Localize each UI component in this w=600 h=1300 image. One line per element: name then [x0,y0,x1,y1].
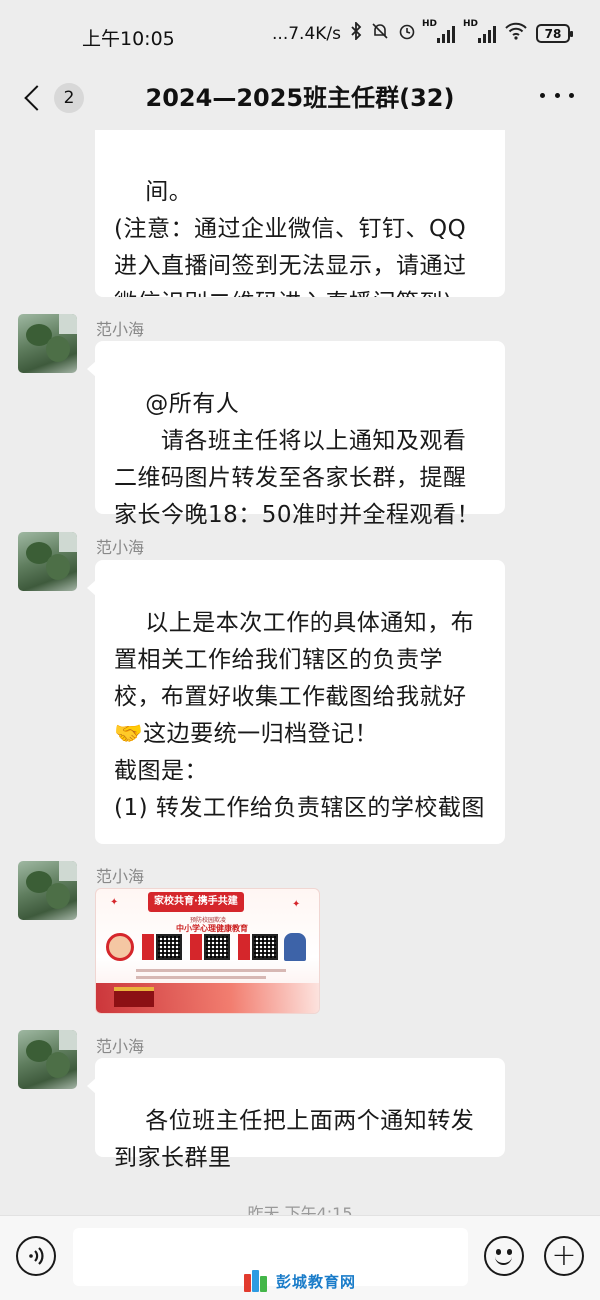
bird-icon: ✦ [110,897,119,908]
message-bubble[interactable]: 各位班主任把上面两个通知转发到家长群里 [87,1058,505,1171]
image-message[interactable]: ✦ ✦ 家校共育·携手共建 预防校园欺凌 中小学心理健康教育 [95,888,320,1014]
message-bubble[interactable]: @所有人 请各班主任将以上通知及观看二维码图片转发至各家长群，提醒家长今晚18：… [87,341,505,528]
dot-icon [554,92,560,98]
avatar[interactable] [18,532,77,591]
sender-name: 范小海 [96,538,145,557]
voice-icon [29,1247,44,1265]
qr-code-image [252,934,278,960]
message-text: 以上是本次工作的具体通知，布置相关工作给我们辖区的负责学校，布置好收集工作截图给… [114,610,485,821]
dot-icon [569,92,574,98]
book-logo-icon [244,1270,270,1292]
wifi-icon [505,22,527,45]
plus-button[interactable]: + [544,1236,584,1276]
avatar[interactable] [18,314,77,373]
message-bubble[interactable]: 以上是本次工作的具体通知，布置相关工作给我们辖区的负责学校，布置好收集工作截图给… [87,560,505,844]
qr-code-image [156,934,182,960]
message-list[interactable]: 间。 (注意：通过企业微信、钉钉、QQ进入直播间签到无法显示，请通过微信识别二维… [0,130,600,1215]
image-subtitle: 中小学心理健康教育 [176,924,248,933]
avatar[interactable] [18,861,77,920]
gate-illustration [114,987,154,1007]
qr-code-image [204,934,230,960]
mute-icon [371,22,389,45]
sender-name: 范小海 [96,867,145,886]
emoji-button[interactable] [484,1236,524,1276]
image-banner: 家校共育·携手共建 [148,892,244,912]
family-illustration [284,933,306,961]
more-options-button[interactable] [540,80,574,110]
sender-name: 范小海 [96,1037,145,1056]
watermark-text: 彭城教育网 [276,1272,357,1291]
sender-name: 范小海 [96,320,145,339]
avatar[interactable] [18,1030,77,1089]
message-bubble[interactable]: 间。 (注意：通过企业微信、钉钉、QQ进入直播间签到无法显示，请通过微信识别二维… [95,130,505,297]
message-timestamp: 昨天 下午4:15 [247,1204,353,1215]
qr-tag [238,934,250,960]
status-bar: 上午10:05 ...7.4K/s HD HD 78 [0,0,600,70]
dot-icon [540,92,545,98]
chat-header: 2024—2025班主任群(32) 2 [0,70,600,130]
status-time: 上午10:05 [82,28,175,50]
status-icons: ...7.4K/s HD HD 78 [272,19,573,45]
back-button[interactable]: 2 [20,78,90,118]
qr-tag [142,934,154,960]
net-speed: ...7.4K/s [272,23,341,44]
bluetooth-icon [350,20,362,45]
message-text: 各位班主任把上面两个通知转发到家长群里 [114,1108,475,1171]
qr-tag [190,934,202,960]
signal-hd-icon: HD [422,19,455,43]
voice-button[interactable] [16,1236,56,1276]
chevron-left-icon [24,85,50,111]
watermark: 彭城教育网 [244,1270,356,1292]
battery-level: 78 [544,26,562,41]
plus-icon: + [551,1238,577,1273]
bird-icon: ✦ [292,899,301,910]
message-text: 间。 (注意：通过企业微信、钉钉、QQ进入直播间签到无法显示，请通过微信识别二维… [114,179,467,297]
chat-title: 2024—2025班主任群(32) [145,84,455,112]
battery-icon: 78 [536,24,573,43]
signal-hd-icon: HD [463,19,496,43]
children-illustration [106,933,134,961]
alarm-icon [398,22,416,45]
unread-badge: 2 [54,83,84,113]
message-text: @所有人 请各班主任将以上通知及观看二维码图片转发至各家长群，提醒家长今晚18：… [114,391,481,528]
